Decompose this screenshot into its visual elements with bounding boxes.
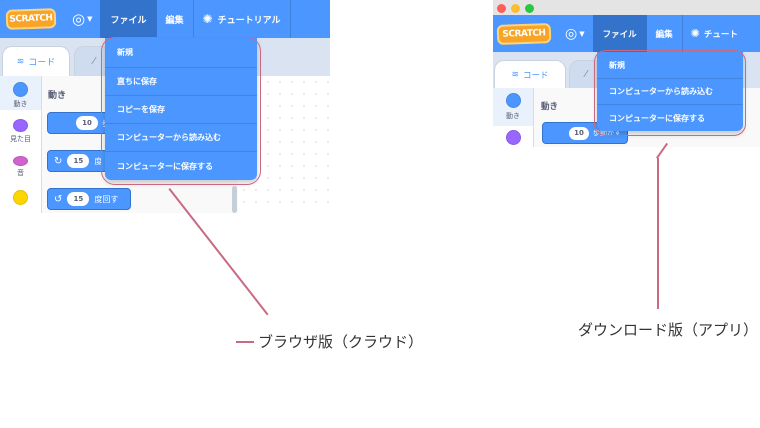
category-looks-dot bbox=[13, 119, 28, 132]
category-motion[interactable]: 動き bbox=[0, 76, 41, 110]
palette-title: 動き bbox=[541, 102, 559, 112]
rotate-left-icon: ↺ bbox=[54, 193, 63, 205]
menu-bar: SCRATCH ◎ ▼ ファイル 編集 ✺ チュートリアル bbox=[0, 0, 330, 38]
category-looks[interactable]: 見た目 bbox=[0, 110, 41, 144]
menu-tutorials[interactable]: ✺ チュート bbox=[683, 15, 746, 52]
maximize-window-button[interactable] bbox=[525, 4, 534, 13]
tab-code[interactable]: ≋ コード bbox=[2, 46, 70, 76]
brush-icon: ⁄ bbox=[93, 56, 95, 67]
category-sound-dot bbox=[13, 156, 28, 166]
rotate-right-icon: ↻ bbox=[54, 155, 63, 167]
menu-edit-label: 編集 bbox=[165, 15, 184, 26]
menu-edit[interactable]: 編集 bbox=[647, 15, 682, 52]
palette-scrollbar[interactable] bbox=[232, 186, 237, 213]
code-icon: ≋ bbox=[16, 56, 25, 67]
scratch-logo[interactable]: SCRATCH bbox=[496, 22, 552, 45]
browser-callout-line-horizontal bbox=[236, 341, 254, 343]
lightbulb-icon: ✺ bbox=[202, 12, 213, 26]
menu-tutorials[interactable]: ✺ チュートリアル bbox=[194, 0, 290, 38]
language-menu[interactable]: ◎ ▼ bbox=[72, 0, 92, 38]
category-looks[interactable] bbox=[493, 126, 533, 147]
category-events-dot bbox=[13, 190, 28, 205]
app-callout-line-vertical bbox=[657, 158, 659, 309]
steps-value[interactable]: 10 bbox=[76, 116, 98, 130]
turn-left-block[interactable]: ↺ 15 度回す bbox=[47, 188, 131, 210]
lightbulb-icon: ✺ bbox=[690, 27, 700, 40]
browser-dropdown-highlight bbox=[101, 37, 261, 185]
menu-tutorials-label: チュートリアル bbox=[217, 15, 281, 26]
window-titlebar bbox=[493, 0, 760, 15]
menu-file[interactable]: ファイル bbox=[100, 0, 157, 38]
turn-right-value[interactable]: 15 bbox=[67, 154, 90, 168]
steps-value[interactable]: 10 bbox=[569, 126, 589, 140]
category-looks-label: 見た目 bbox=[10, 135, 31, 143]
minimize-window-button[interactable] bbox=[511, 4, 520, 13]
globe-icon: ◎ bbox=[565, 25, 578, 42]
category-sound-label: 音 bbox=[17, 169, 24, 177]
code-icon: ≋ bbox=[511, 69, 520, 80]
category-motion[interactable]: 動き bbox=[493, 88, 533, 126]
scratch-logo[interactable]: SCRATCH bbox=[5, 8, 57, 30]
chevron-down-icon: ▼ bbox=[87, 15, 93, 23]
category-events[interactable] bbox=[0, 178, 41, 212]
palette-title: 動き bbox=[48, 91, 67, 101]
menu-file-label: ファイル bbox=[602, 29, 637, 40]
app-version-caption: ダウンロード版（アプリ） bbox=[578, 321, 759, 339]
brush-icon: ⁄ bbox=[585, 69, 587, 80]
tab-code-label: コード bbox=[523, 70, 549, 81]
chevron-down-icon: ▼ bbox=[579, 29, 585, 38]
menu-bar: SCRATCH ◎ ▼ ファイル 編集 ✺ チュート bbox=[493, 15, 760, 52]
category-looks-dot bbox=[505, 130, 521, 145]
menu-file[interactable]: ファイル bbox=[592, 15, 647, 52]
category-motion-label: 動き bbox=[506, 112, 520, 120]
menu-tutorials-label: チュート bbox=[703, 29, 738, 40]
menu-edit-label: 編集 bbox=[655, 29, 673, 40]
globe-icon: ◎ bbox=[72, 10, 86, 28]
close-window-button[interactable] bbox=[497, 4, 506, 13]
tab-code-label: コード bbox=[28, 58, 56, 68]
turn-left-label: 度回す bbox=[94, 194, 119, 204]
menu-file-label: ファイル bbox=[110, 15, 147, 26]
app-dropdown-highlight bbox=[594, 50, 746, 136]
category-motion-label: 動き bbox=[13, 100, 28, 108]
menu-separator bbox=[289, 0, 291, 38]
tab-code[interactable]: ≋ コード bbox=[494, 60, 566, 88]
category-sound[interactable]: 音 bbox=[0, 144, 41, 178]
browser-version-caption: ブラウザ版（クラウド） bbox=[258, 333, 424, 351]
language-menu[interactable]: ◎ ▼ bbox=[565, 15, 585, 52]
turn-left-value[interactable]: 15 bbox=[67, 192, 90, 206]
menu-edit[interactable]: 編集 bbox=[157, 0, 193, 38]
category-motion-dot bbox=[505, 93, 521, 108]
category-menu: 動き 見た目 音 bbox=[0, 76, 42, 213]
category-menu: 動き bbox=[493, 88, 534, 147]
category-motion-dot bbox=[13, 82, 28, 97]
